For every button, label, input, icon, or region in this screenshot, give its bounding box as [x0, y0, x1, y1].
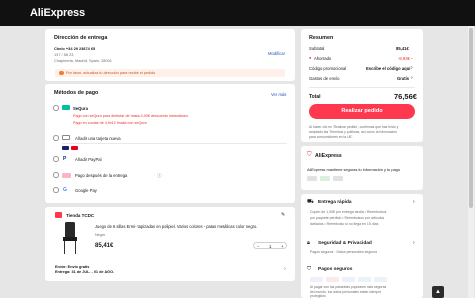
card-icon — [62, 135, 70, 140]
terms-text-1: Al hacer clic en 'Realizar pedido', conf… — [309, 125, 399, 129]
sequra-note-1: Pago con seQura para disfrutar de hasta … — [73, 114, 189, 118]
lock-icon: 🔒︎ — [307, 240, 310, 246]
sequra-note-2: Pago en cuotas de 4,9x12 finalia con seQ… — [73, 121, 147, 125]
secure-payments-line-3: protegidos — [310, 294, 326, 298]
fast-delivery-line-2: por paquete perdido • Reembolsos por art… — [310, 216, 385, 220]
qty-plus-button[interactable]: + — [281, 244, 283, 249]
payment-logo-icon — [374, 277, 387, 282]
pay-later-radio[interactable] — [53, 172, 59, 178]
paypal-icon: P — [63, 156, 67, 162]
security-chevron-icon[interactable]: › — [413, 240, 415, 246]
paypal-radio[interactable] — [53, 156, 59, 162]
warning-text: Por favor, actualiza tu dirección para r… — [66, 70, 156, 75]
shipping-cost-value: Gratis — [397, 76, 410, 81]
google-pay-icon: G — [63, 187, 67, 193]
payment-logo-icon — [326, 277, 339, 282]
address-title: Dirección de entrega — [54, 35, 108, 41]
subtotal-value: 85,41€ — [396, 46, 409, 51]
place-order-button[interactable]: Realizar pedido — [309, 104, 415, 119]
new-card-radio[interactable] — [53, 135, 59, 141]
pay-later-label[interactable]: Pago después de la entrega — [75, 173, 127, 178]
top-bar: AliExpress — [0, 0, 475, 26]
google-pay-radio[interactable] — [53, 187, 59, 193]
payment-logo-icon — [310, 277, 323, 282]
paypal-label[interactable]: Añadir PayPal — [75, 157, 102, 162]
promo-label: Código promocional — [309, 66, 347, 71]
google-pay-label[interactable]: Google Pay — [75, 188, 97, 193]
info-icon[interactable]: ⓘ — [157, 173, 162, 179]
secure-payments-line-1: Al pagar con las pasarelas populares más… — [310, 285, 387, 289]
sequra-icon — [62, 105, 70, 110]
product-price: 85,41€ — [95, 243, 114, 249]
fast-delivery-chevron-icon[interactable]: › — [413, 199, 415, 205]
address-warning: Por favor, actualiza tu dirección para r… — [55, 69, 285, 77]
promo-chevron-icon[interactable]: › — [411, 65, 413, 71]
fast-delivery-line-1: Cupón de 1,00€ por entrega tardía • Reem… — [310, 210, 387, 214]
summary-title: Resumen — [309, 35, 334, 41]
store-edit-icon[interactable]: ✎ — [281, 212, 285, 218]
aliexpress-logo[interactable]: AliExpress — [30, 7, 85, 19]
total-value: 76,56€ — [394, 92, 417, 101]
klarna-icon — [62, 172, 71, 178]
see-more-link[interactable]: Ver más — [271, 92, 286, 97]
savings-value: -8,93€ — [398, 55, 410, 61]
secure-payments-title: Pagos seguros — [318, 267, 353, 272]
visa-icon — [62, 146, 69, 150]
security-badge-icon — [320, 176, 330, 181]
payment-logo-icon — [342, 277, 355, 282]
payment-title: Métodos de pago — [54, 90, 99, 96]
chair-leg — [64, 241, 65, 254]
delivery-info: Entrega: 31 de JUL. - 01 de AGO. — [55, 270, 115, 274]
scroll-to-top-button[interactable]: ▲ — [432, 286, 444, 298]
payment-shield-icon: ⛉ — [307, 266, 312, 272]
address-name-phone: Chelo +34 29 23874 65 — [54, 46, 96, 51]
summary-divider — [309, 87, 415, 88]
address-line-1: 137 / 56 23 — [54, 52, 74, 57]
shipping-info: Envío: Envío gratis — [55, 265, 90, 269]
shipping-chevron-icon[interactable]: › — [411, 75, 413, 81]
shipping-cost-label: Gastos de envío — [309, 76, 340, 81]
fast-delivery-line-3: dañados • Reembolso si no llega en 15 dí… — [310, 222, 379, 226]
quantity-stepper: − 1 + — [253, 242, 287, 249]
security-badge-icon — [307, 176, 317, 181]
warning-icon — [59, 70, 64, 76]
security-badge-icon — [333, 176, 343, 181]
subtotal-label: Subtotal — [309, 46, 325, 51]
fast-delivery-title: Entrega rápida — [318, 200, 352, 205]
new-card-label[interactable]: Añadir una tarjeta nueva — [75, 136, 121, 141]
security-title: Seguridad & Privacidad — [318, 241, 372, 246]
savings-label: Ahorrado — [314, 55, 332, 61]
store-icon — [55, 212, 62, 218]
truck-icon: ⛟ — [307, 199, 314, 205]
sequra-label: SeQura — [73, 105, 88, 111]
trust-tagline: AliExpress mantiene seguras tu informaci… — [307, 167, 400, 172]
chair-back — [65, 222, 75, 238]
savings-chevron-icon[interactable]: ⌄ — [410, 55, 413, 60]
shield-icon: ⛉ — [307, 152, 312, 158]
payment-logo-icon — [358, 277, 371, 282]
address-line-2: Chapineria, Madrid, Spain, 28001 — [54, 58, 112, 63]
savings-dot-icon: ● — [309, 55, 312, 60]
delivery-chevron-icon[interactable]: › — [284, 266, 286, 272]
mastercard-icon — [71, 146, 78, 150]
qty-minus-button[interactable]: − — [257, 244, 259, 249]
security-line: Pagos seguros · Datos personales seguros — [310, 250, 378, 254]
product-title[interactable]: Juego de 6 sillas Ermi- tapizadas en pol… — [95, 224, 277, 230]
chair-leg — [75, 241, 76, 254]
promo-input[interactable]: Escribe el código aquí — [366, 66, 410, 71]
product-variant: Negro — [95, 233, 106, 237]
total-label: Total — [309, 94, 321, 100]
scrollbar-thumb[interactable] — [469, 28, 473, 208]
edit-address-link[interactable]: Modificar — [268, 51, 285, 56]
payment-divider — [62, 143, 287, 144]
terms-text-2[interactable]: aceptado las Términos y políticas, así c… — [309, 130, 397, 134]
store-name[interactable]: Tienda TCDC — [66, 213, 94, 218]
trust-brand: AliExpress — [315, 153, 342, 159]
product-image[interactable] — [62, 222, 78, 254]
qty-value[interactable]: 1 — [269, 244, 271, 249]
sequra-radio[interactable] — [53, 105, 59, 111]
terms-text-3[interactable]: para consumidores en la UE. — [309, 135, 353, 139]
